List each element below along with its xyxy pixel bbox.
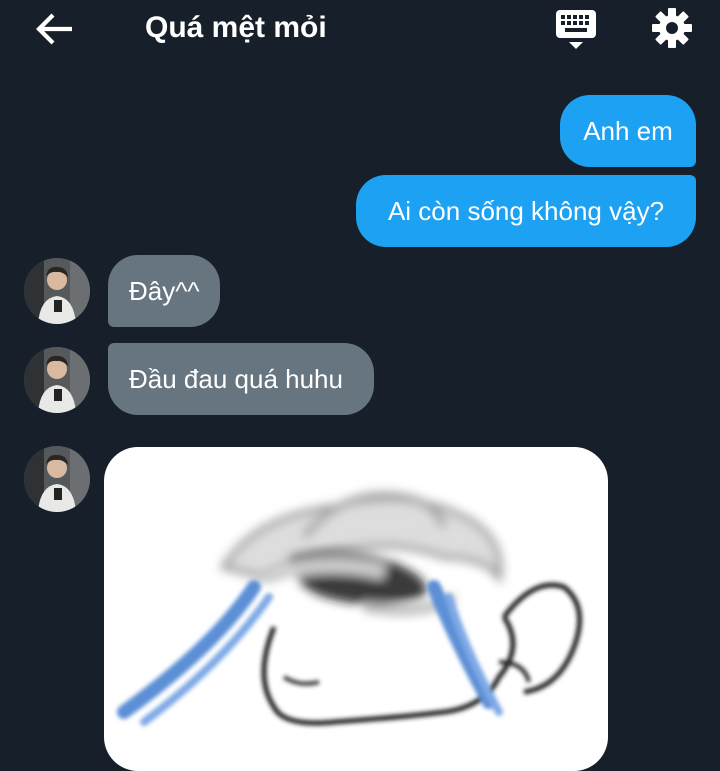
chat-screen: Quá mệt mỏi Anh em Ai còn sống không vậy… <box>0 0 720 771</box>
avatar-photo <box>24 347 90 413</box>
conversation-title: Quá mệt mỏi <box>145 11 327 44</box>
chat-header: Quá mệt mỏi <box>0 0 720 62</box>
arrow-left-icon <box>36 13 72 45</box>
incoming-message[interactable]: Đầu đau quá huhu <box>108 343 374 415</box>
back-button[interactable] <box>30 8 80 50</box>
avatar[interactable] <box>24 347 90 413</box>
keyboard-button[interactable] <box>552 6 600 52</box>
avatar-photo <box>24 446 90 512</box>
crying-face-sticker <box>117 491 583 726</box>
avatar[interactable] <box>24 446 90 512</box>
gear-icon <box>652 8 692 48</box>
avatar[interactable] <box>24 258 90 324</box>
keyboard-icon <box>556 10 596 49</box>
outgoing-message[interactable]: Ai còn sống không vậy? <box>356 175 696 247</box>
sticker-message[interactable] <box>104 447 608 771</box>
avatar-photo <box>24 258 90 324</box>
outgoing-message[interactable]: Anh em <box>560 95 696 167</box>
incoming-message[interactable]: Đây^^ <box>108 255 220 327</box>
settings-button[interactable] <box>648 4 696 52</box>
